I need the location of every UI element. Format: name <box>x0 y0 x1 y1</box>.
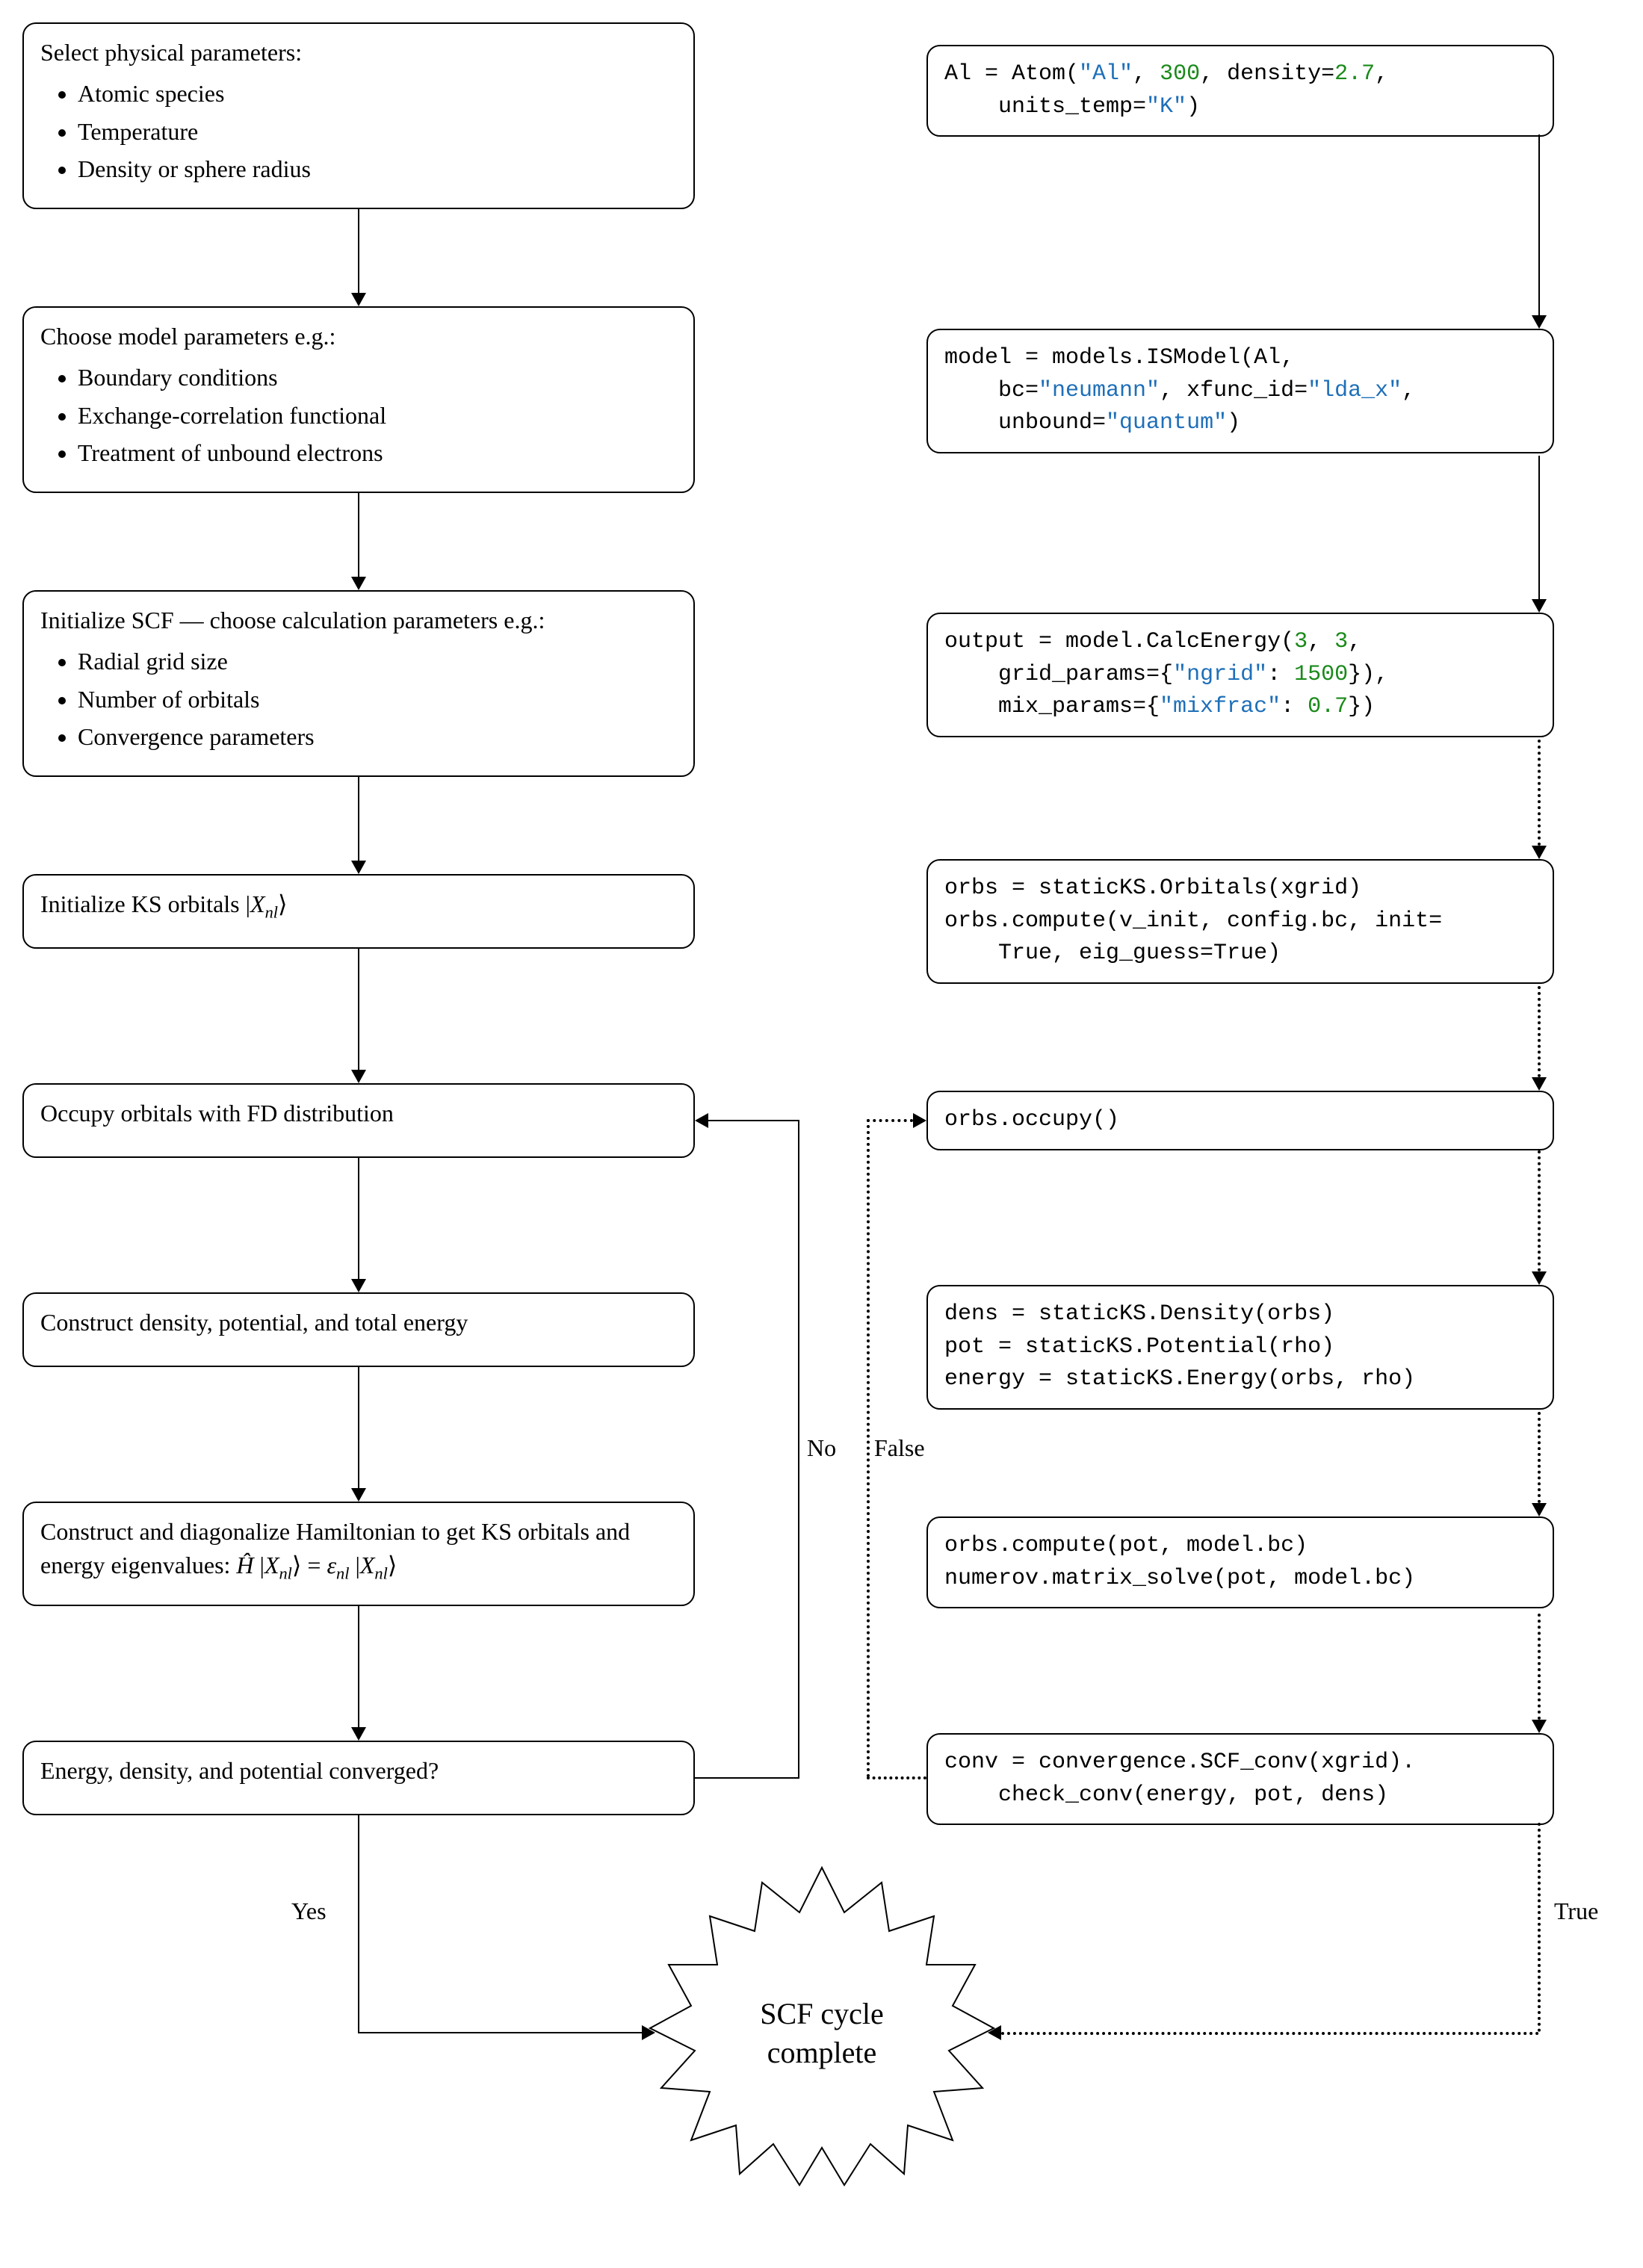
arrowhead-icon <box>351 293 366 306</box>
list-item: Number of orbitals <box>78 683 677 716</box>
arrowhead-icon <box>913 1113 926 1128</box>
list-item: Convergence parameters <box>78 720 677 754</box>
arrowhead-icon <box>1532 1503 1547 1516</box>
list-item: Exchange-correlation functional <box>78 399 677 433</box>
yes-label: Yes <box>291 1897 327 1925</box>
step-converged-check: Energy, density, and potential converged… <box>22 1741 695 1815</box>
arrowhead-icon <box>1532 1077 1547 1091</box>
false-loop-icon <box>867 1119 870 1778</box>
no-label: No <box>807 1434 836 1462</box>
arrow-dotted-icon <box>1538 1150 1541 1271</box>
list-item: Density or sphere radius <box>78 152 677 186</box>
step-initialize-ks: Initialize KS orbitals |Xnl⟩ <box>22 874 695 949</box>
code-orbitals: orbs = staticKS.Orbitals(xgrid) orbs.com… <box>926 859 1554 984</box>
yes-arrow-icon <box>358 2032 642 2033</box>
scf-complete-text: SCF cycle complete <box>740 1995 904 2072</box>
arrowhead-icon <box>351 1727 366 1741</box>
step-select-physical: Select physical parameters: Atomic speci… <box>22 22 695 209</box>
arrow-down-icon <box>1538 456 1540 599</box>
arrow-down-icon <box>1538 134 1540 315</box>
arrow-down-icon <box>358 1158 359 1279</box>
false-loop-icon <box>867 1776 926 1779</box>
code-density: dens = staticKS.Density(orbs) pot = stat… <box>926 1285 1554 1410</box>
step-text: Construct density, potential, and total … <box>40 1309 468 1336</box>
arrowhead-icon <box>351 861 366 874</box>
arrowhead-icon <box>1532 1271 1547 1285</box>
step-construct-density: Construct density, potential, and total … <box>22 1292 695 1367</box>
arrowhead-icon <box>351 1279 366 1292</box>
code-convergence: conv = convergence.SCF_conv(xgrid). chec… <box>926 1733 1554 1825</box>
code-model: model = models.ISModel(Al, bc="neumann",… <box>926 329 1554 453</box>
code-compute: orbs.compute(pot, model.bc) numerov.matr… <box>926 1516 1554 1608</box>
step-diagonalize: Construct and diagonalize Hamiltonian to… <box>22 1502 695 1606</box>
arrowhead-icon <box>1532 1720 1547 1733</box>
arrow-down-icon <box>358 949 359 1070</box>
arrowhead-icon <box>1532 846 1547 859</box>
arrow-down-icon <box>358 777 359 861</box>
true-arrow-icon <box>1001 2032 1539 2035</box>
code-calc-energy: output = model.CalcEnergy(3, 3, grid_par… <box>926 613 1554 737</box>
arrowhead-icon <box>695 1113 708 1128</box>
arrowhead-icon <box>351 1488 366 1502</box>
arrowhead-icon <box>351 1070 366 1083</box>
list-item: Temperature <box>78 115 677 149</box>
code-occupy: orbs.occupy() <box>926 1091 1554 1150</box>
arrow-down-icon <box>358 209 359 293</box>
arrow-dotted-icon <box>1538 1412 1541 1503</box>
no-loop-icon <box>708 1120 799 1121</box>
step-initialize-scf: Initialize SCF — choose calculation para… <box>22 590 695 777</box>
list-item: Boundary conditions <box>78 361 677 394</box>
step-title: Choose model parameters e.g.: <box>40 320 677 353</box>
list-item: Atomic species <box>78 77 677 111</box>
yes-arrow-icon <box>358 1815 359 2032</box>
true-arrow-icon <box>1538 1823 1541 2032</box>
step-text: Energy, density, and potential converged… <box>40 1757 439 1784</box>
arrow-dotted-icon <box>1538 1614 1541 1720</box>
step-choose-model: Choose model parameters e.g.: Boundary c… <box>22 306 695 493</box>
no-loop-icon <box>798 1120 799 1779</box>
step-text: Initialize KS orbitals |Xnl⟩ <box>40 890 287 917</box>
step-title: Initialize SCF — choose calculation para… <box>40 604 677 637</box>
step-text: Occupy orbitals with FD distribution <box>40 1100 394 1127</box>
true-label: True <box>1554 1897 1598 1925</box>
arrow-dotted-icon <box>1538 986 1541 1077</box>
arrowhead-icon <box>1532 315 1547 329</box>
step-text: Construct and diagonalize Hamiltonian to… <box>40 1518 630 1578</box>
arrowhead-icon <box>351 577 366 590</box>
arrow-down-icon <box>358 493 359 577</box>
false-loop-icon <box>867 1119 913 1122</box>
step-title: Select physical parameters: <box>40 36 677 69</box>
arrow-down-icon <box>358 1367 359 1488</box>
code-atom: Al = Atom("Al", 300, density=2.7, units_… <box>926 45 1554 137</box>
arrow-dotted-icon <box>1538 740 1541 846</box>
no-loop-icon <box>695 1777 799 1779</box>
list-item: Radial grid size <box>78 645 677 678</box>
list-item: Treatment of unbound electrons <box>78 436 677 470</box>
step-occupy: Occupy orbitals with FD distribution <box>22 1083 695 1158</box>
arrowhead-icon <box>1532 599 1547 613</box>
arrow-down-icon <box>358 1606 359 1727</box>
false-label: False <box>874 1434 925 1462</box>
